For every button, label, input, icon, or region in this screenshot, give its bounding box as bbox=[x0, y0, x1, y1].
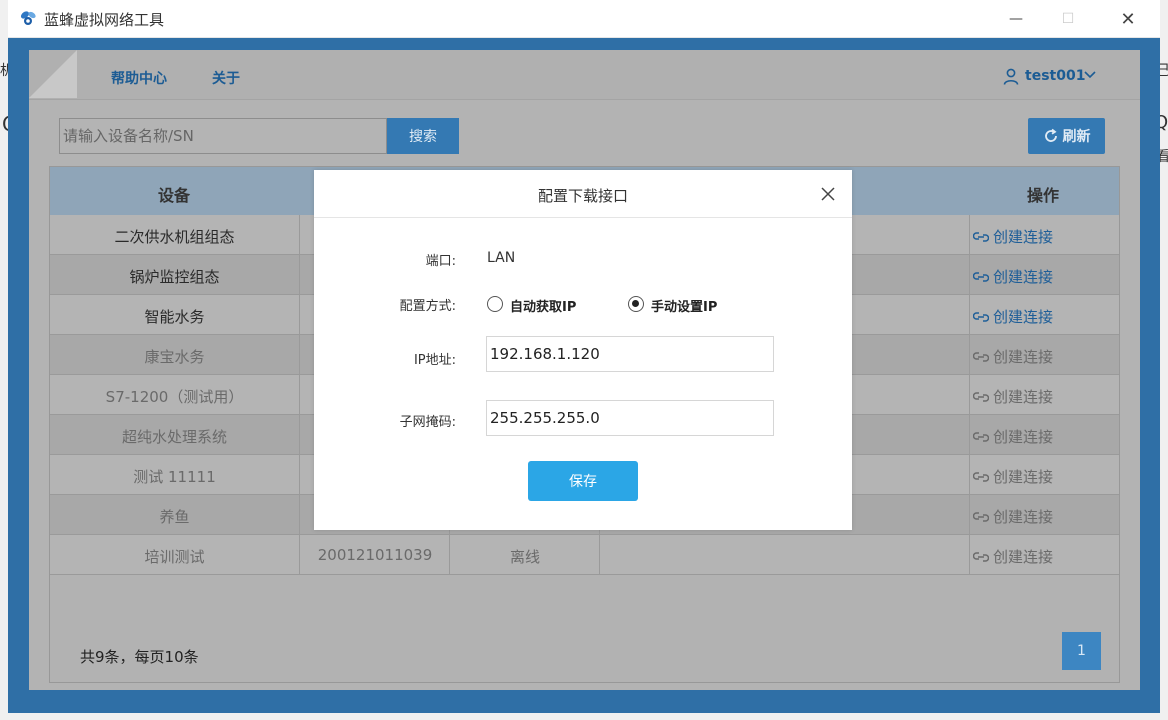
create-connection-link[interactable]: 创建连接 bbox=[973, 546, 1053, 567]
save-button[interactable]: 保存 bbox=[528, 461, 638, 501]
device-name-cell: 超纯水处理系统 bbox=[121, 428, 227, 446]
create-connection-link[interactable]: 创建连接 bbox=[973, 426, 1053, 447]
create-connection-label: 创建连接 bbox=[993, 508, 1054, 526]
dialog-title: 配置下载接口 bbox=[537, 187, 628, 205]
device-name-cell: 锅炉监控组态 bbox=[129, 268, 220, 286]
user-menu-name[interactable]: test001 bbox=[1025, 68, 1085, 84]
device-name-cell: S7-1200（测试用） bbox=[105, 388, 244, 406]
column-header-action: 操作 bbox=[1027, 186, 1060, 205]
device-sn-cell: 200121011039 bbox=[317, 546, 433, 564]
device-search-input[interactable] bbox=[59, 118, 387, 154]
subnet-mask-label: 子网掩码: bbox=[399, 415, 456, 430]
device-name-cell: 智能水务 bbox=[144, 308, 205, 326]
window-title: 蓝蜂虚拟网络工具 bbox=[44, 11, 165, 29]
auto-ip-label[interactable]: 自动获取IP bbox=[510, 296, 576, 315]
link-icon bbox=[973, 511, 989, 522]
port-value: LAN bbox=[487, 250, 516, 266]
ip-address-input[interactable] bbox=[486, 336, 774, 372]
close-window-button[interactable]: ✕ bbox=[1108, 0, 1148, 38]
create-connection-label: 创建连接 bbox=[993, 468, 1054, 486]
nav-about[interactable]: 关于 bbox=[212, 68, 240, 88]
create-connection-link[interactable]: 创建连接 bbox=[973, 306, 1053, 327]
link-icon bbox=[973, 271, 989, 282]
link-icon bbox=[973, 231, 989, 242]
create-connection-label: 创建连接 bbox=[993, 228, 1054, 246]
create-connection-label: 创建连接 bbox=[993, 388, 1054, 406]
page-1-button[interactable]: 1 bbox=[1062, 632, 1101, 670]
ip-address-label: IP地址: bbox=[413, 353, 456, 368]
create-connection-link[interactable]: 创建连接 bbox=[973, 346, 1053, 367]
manual-ip-label[interactable]: 手动设置IP bbox=[651, 296, 717, 315]
link-icon bbox=[973, 391, 989, 402]
refresh-button-label: 刷新 bbox=[1062, 129, 1091, 145]
refresh-button[interactable]: 刷新 bbox=[1028, 118, 1105, 154]
refresh-icon bbox=[1044, 128, 1057, 142]
device-name-cell: 康宝水务 bbox=[144, 348, 205, 366]
table-row: 培训测试 200121011039 离线 创建连接 bbox=[50, 535, 1119, 575]
create-connection-link[interactable]: 创建连接 bbox=[973, 386, 1053, 407]
create-connection-link[interactable]: 创建连接 bbox=[973, 506, 1053, 527]
link-icon bbox=[973, 431, 989, 442]
device-name-cell: 二次供水机组组态 bbox=[114, 228, 235, 246]
device-status-cell: 离线 bbox=[509, 548, 540, 566]
dialog-header: 配置下载接口 bbox=[314, 170, 852, 218]
minimize-button[interactable]: — bbox=[996, 0, 1036, 38]
config-download-interface-dialog: 配置下载接口 端口: LAN 配置方式: 自动获取IP 手动设置IP IP地址:… bbox=[314, 170, 852, 530]
pagination-summary: 共9条，每页10条 bbox=[80, 648, 199, 666]
create-connection-link[interactable]: 创建连接 bbox=[973, 466, 1053, 487]
create-connection-label: 创建连接 bbox=[993, 548, 1054, 566]
create-connection-link[interactable]: 创建连接 bbox=[973, 266, 1053, 287]
config-mode-label: 配置方式: bbox=[399, 299, 456, 314]
device-name-cell: 养鱼 bbox=[159, 508, 190, 526]
link-icon bbox=[973, 471, 989, 482]
create-connection-label: 创建连接 bbox=[993, 308, 1054, 326]
maximize-button[interactable]: ☐ bbox=[1048, 0, 1088, 38]
device-name-cell: 测试 11111 bbox=[133, 468, 216, 486]
link-icon bbox=[973, 551, 989, 562]
top-navbar bbox=[29, 50, 1140, 100]
nav-help-center[interactable]: 帮助中心 bbox=[111, 68, 167, 88]
link-icon bbox=[973, 351, 989, 362]
bee-logo-icon bbox=[20, 11, 36, 25]
column-header-device: 设备 bbox=[158, 186, 191, 205]
chevron-down-icon[interactable] bbox=[1084, 70, 1096, 80]
create-connection-link[interactable]: 创建连接 bbox=[973, 226, 1053, 247]
subnet-mask-input[interactable] bbox=[486, 400, 774, 436]
manual-ip-radio[interactable] bbox=[628, 296, 644, 312]
search-button[interactable]: 搜索 bbox=[387, 118, 459, 154]
close-icon[interactable] bbox=[817, 183, 839, 205]
create-connection-label: 创建连接 bbox=[993, 268, 1054, 286]
port-label: 端口: bbox=[425, 254, 456, 269]
link-icon bbox=[973, 311, 989, 322]
create-connection-label: 创建连接 bbox=[993, 348, 1054, 366]
user-icon[interactable] bbox=[1003, 68, 1019, 85]
create-connection-label: 创建连接 bbox=[993, 428, 1054, 446]
window-titlebar: 蓝蜂虚拟网络工具 — ☐ ✕ bbox=[8, 0, 1160, 38]
device-name-cell: 培训测试 bbox=[144, 548, 205, 566]
auto-ip-radio[interactable] bbox=[487, 296, 503, 312]
